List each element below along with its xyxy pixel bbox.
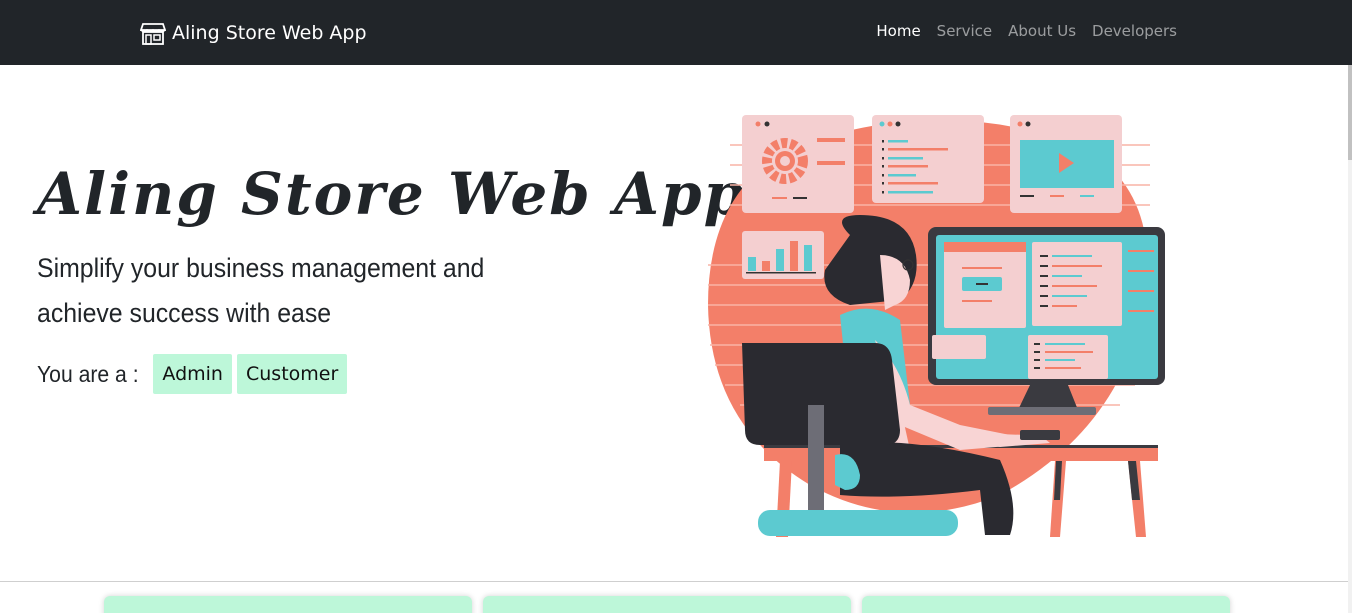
bar-chart-panel [742,231,824,279]
page-scrollbar[interactable] [1348,65,1352,613]
video-panel [1010,115,1122,213]
nav-service[interactable]: Service [937,22,992,40]
nav-home[interactable]: Home [876,22,920,40]
nav-links: Home Service About Us Developers [876,22,1177,40]
navbar: Aling Store Web App Home Service About U… [0,0,1352,65]
admin-button[interactable]: Admin [153,354,232,394]
scrollbar-thumb[interactable] [1348,65,1352,160]
settings-panel [742,115,854,213]
code-panel [872,115,984,203]
feature-card-2 [483,596,851,613]
feature-card-3 [862,596,1230,613]
hero-subtitle-line-1: Simplify your business management and [37,253,485,283]
nav-developers[interactable]: Developers [1092,22,1177,40]
customer-button[interactable]: Customer [236,354,348,394]
role-label: You are a : [37,360,139,387]
hero-subtitle-line-2: achieve success with ease [37,298,332,328]
feature-card-1 [104,596,472,613]
brand-text: Aling Store Web App [172,22,367,44]
hero-title: Aling Store Web App [37,160,747,228]
hero-subtitle: Simplify your business management and ac… [37,246,552,336]
nav-about-us[interactable]: About Us [1008,22,1076,40]
store-icon [140,23,166,45]
section-divider [0,581,1348,582]
brand-link[interactable]: Aling Store Web App [140,18,367,48]
hero-illustration [708,115,1165,537]
role-selector: You are a : Admin Customer [37,354,348,394]
